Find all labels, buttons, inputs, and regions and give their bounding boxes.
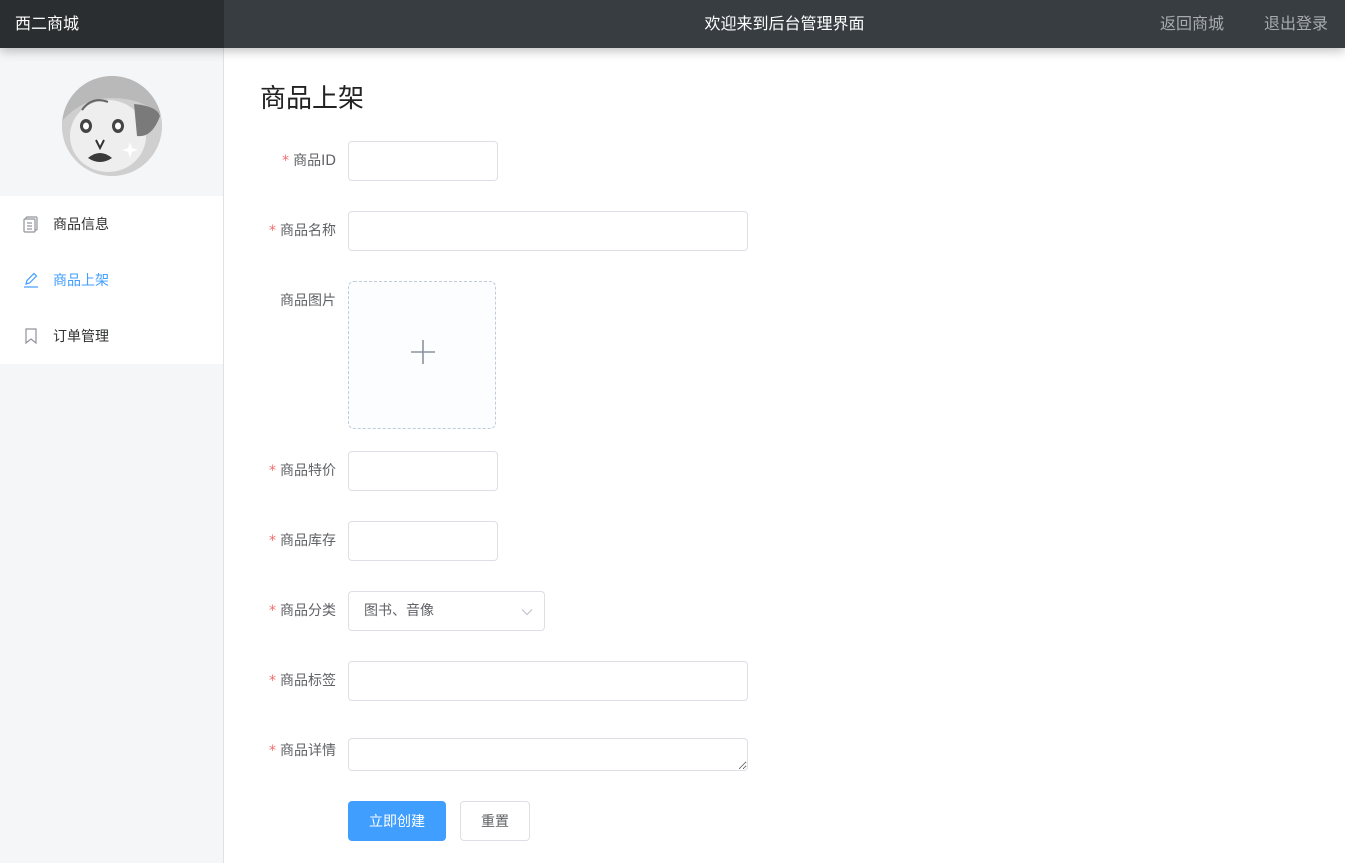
bookmark-icon — [22, 327, 40, 345]
required-mark: * — [269, 223, 276, 239]
edit-icon — [22, 271, 40, 289]
required-mark: * — [269, 673, 276, 689]
avatar[interactable] — [62, 76, 162, 176]
brand-name[interactable]: 西二商城 — [0, 0, 224, 48]
logout-link[interactable]: 退出登录 — [1264, 0, 1328, 48]
image-upload-box[interactable] — [348, 281, 496, 429]
required-mark: * — [269, 463, 276, 479]
category-selected-value: 图书、音像 — [364, 603, 434, 619]
back-to-store-link[interactable]: 返回商城 — [1160, 0, 1224, 48]
sidebar-item-product-info[interactable]: 商品信息 — [0, 196, 223, 252]
sidebar-item-order-management[interactable]: 订单管理 — [0, 308, 223, 364]
document-icon — [22, 215, 40, 233]
sidebar-menu: 商品信息 商品上架 订单管理 — [0, 196, 223, 364]
main-content: 商品上架 * 商品ID * 商品名称 商品图片 * 商品特价 * 商品库存 * 商品分类 … — [224, 48, 1345, 863]
product-detail-textarea[interactable] — [348, 738, 748, 771]
product-id-input[interactable] — [348, 141, 498, 181]
form-row-detail: * 商品详情 — [224, 731, 824, 771]
field-label-name: * 商品名称 — [269, 223, 336, 239]
field-label-price: * 商品特价 — [269, 463, 336, 479]
chevron-down-icon — [521, 609, 533, 616]
form-row-tags: * 商品标签 — [224, 661, 824, 701]
field-label-id: * 商品ID — [282, 153, 336, 169]
field-label-image: 商品图片 — [280, 293, 336, 309]
form-row-id: * 商品ID — [224, 141, 824, 181]
field-label-stock: * 商品库存 — [269, 533, 336, 549]
sidebar-item-label: 订单管理 — [53, 329, 109, 345]
product-tags-input[interactable] — [348, 661, 748, 701]
required-mark: * — [269, 743, 276, 759]
avatar-area — [0, 48, 223, 196]
form-row-name: * 商品名称 — [224, 211, 824, 251]
avatar-illustration — [62, 76, 162, 176]
field-label-detail: * 商品详情 — [269, 743, 336, 759]
form-actions: 立即创建 重置 — [224, 801, 824, 841]
form-row-stock: * 商品库存 — [224, 521, 824, 561]
page-title: 商品上架 — [260, 84, 365, 114]
category-select[interactable]: 图书、音像 — [348, 591, 545, 631]
required-mark: * — [269, 533, 276, 549]
product-name-input[interactable] — [348, 211, 748, 251]
form-row-price: * 商品特价 — [224, 451, 824, 491]
sidebar-item-label: 商品上架 — [53, 273, 109, 289]
field-label-tags: * 商品标签 — [269, 673, 336, 689]
sidebar: 商品信息 商品上架 订单管理 — [0, 48, 224, 863]
form-row-image: 商品图片 — [224, 281, 824, 429]
product-stock-input[interactable] — [348, 521, 498, 561]
field-label-category: * 商品分类 — [269, 603, 336, 619]
create-button[interactable]: 立即创建 — [348, 801, 446, 841]
top-header: 西二商城 欢迎来到后台管理界面 返回商城 退出登录 — [0, 0, 1345, 48]
form-row-category: * 商品分类 图书、音像 — [224, 591, 824, 631]
sidebar-item-product-listing[interactable]: 商品上架 — [0, 252, 223, 308]
product-price-input[interactable] — [348, 451, 498, 491]
plus-icon — [411, 340, 435, 364]
required-mark: * — [269, 603, 276, 619]
sidebar-item-label: 商品信息 — [53, 217, 109, 233]
required-mark: * — [282, 153, 290, 169]
reset-button[interactable]: 重置 — [460, 801, 530, 841]
